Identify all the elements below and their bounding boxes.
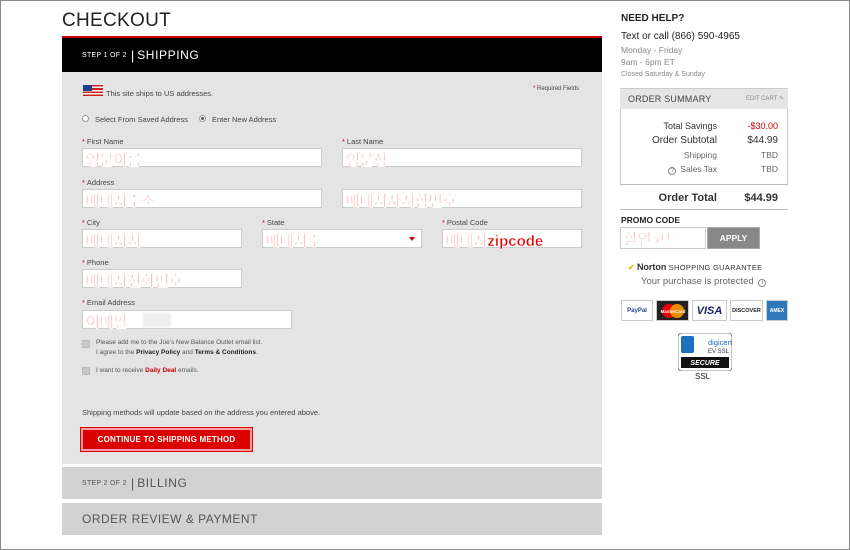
first-name-field[interactable]: 영문이름 — [82, 148, 322, 169]
postal-label: * Postal Code — [442, 218, 488, 227]
first-name-label: * First Name — [82, 137, 124, 146]
paypal-card-icon: PayPal — [621, 300, 653, 321]
promo-code-input[interactable]: 할인코드 — [620, 227, 706, 249]
shipping-form: This site ships to US addresses. * Requi… — [62, 72, 602, 464]
step1-step-label: STEP 1 OF 2 — [82, 51, 127, 59]
visa-card-icon: VISA — [692, 300, 727, 321]
svg-text:SECURE: SECURE — [690, 360, 720, 367]
step3-header[interactable]: ORDER REVIEW & PAYMENT — [62, 503, 602, 535]
email-field[interactable]: 이메일 — [82, 310, 292, 331]
phone-label: * Phone — [82, 258, 109, 267]
norton-sub: Your purchase is protected i — [641, 276, 770, 287]
sales-tax-value: TBD — [761, 164, 778, 174]
state-label: * State — [262, 218, 285, 227]
subtotal-label: Order Subtotal — [651, 135, 717, 146]
svg-text:digicert: digicert — [708, 338, 732, 347]
radio-new-address[interactable] — [199, 115, 206, 122]
svg-text:MasterCard: MasterCard — [660, 309, 685, 314]
help-hours: 9am - 6pm ET — [621, 57, 675, 67]
step2-step-label: STEP 2 OF 2 — [82, 479, 127, 487]
ssl-label: SSL — [695, 372, 711, 381]
radio-saved-label[interactable]: Select From Saved Address — [95, 115, 188, 124]
state-value: 배대지주 — [266, 233, 322, 250]
ships-notice: This site ships to US addresses. — [106, 89, 214, 98]
sales-tax-label: ? Sales Tax — [640, 164, 717, 175]
last-name-label: * Last Name — [342, 137, 384, 146]
daily-deal-text: I want to receive Daily Deal emails. — [96, 367, 199, 374]
order-total-value: $44.99 — [744, 192, 778, 204]
help-closed: Closed Saturday & Sunday — [621, 71, 706, 78]
email-list-text: Please add me to the Joe's New Balance O… — [96, 339, 263, 356]
amex-card-icon: AMEX — [766, 300, 788, 321]
postal-value: 배대지zipcode — [446, 233, 544, 250]
daily-deal-checkbox[interactable] — [82, 367, 90, 375]
step1-header: STEP 1 OF 2 | SHIPPING — [62, 36, 602, 72]
required-note: * Required Fields — [533, 86, 580, 92]
first-name-value: 영문이름 — [86, 152, 142, 169]
digicert-ssl-badge: digicert EV SSL SECURE — [677, 332, 733, 372]
state-select[interactable]: 배대지주 — [262, 229, 422, 250]
step2-header[interactable]: STEP 2 OF 2 | BILLING — [62, 467, 602, 499]
terms-link[interactable]: Terms & Conditions — [195, 349, 256, 356]
help-title: NEED HELP? — [621, 13, 685, 24]
promo-code-value: 할인코드 — [624, 231, 680, 248]
svg-text:EV SSL: EV SSL — [708, 349, 730, 355]
last-name-field[interactable]: 영문성 — [342, 148, 582, 169]
phone-value: 배대지전화번호 — [86, 273, 183, 290]
address-field[interactable]: 배대지주소 — [82, 189, 322, 210]
order-summary-header: ORDER SUMMARY EDIT CART ✎ — [620, 89, 788, 109]
radio-new-label[interactable]: Enter New Address — [212, 115, 276, 124]
shipping-label: Shipping — [683, 150, 717, 160]
chevron-down-icon — [409, 237, 415, 241]
order-total-label: Order Total — [658, 192, 717, 204]
privacy-policy-link[interactable]: Privacy Policy — [136, 349, 180, 356]
subtotal-value: $44.99 — [747, 135, 778, 146]
blurred-email — [143, 313, 171, 327]
city-value: 배대지시 — [86, 233, 142, 250]
mastercard-card-icon: MasterCard — [656, 300, 689, 321]
step1-name: SHIPPING — [137, 48, 200, 62]
radio-saved-address[interactable] — [82, 115, 89, 122]
address-label: * Address — [82, 178, 115, 187]
norton-check-icon: ✔ — [628, 263, 635, 272]
discover-card-icon: DISCOVER — [730, 300, 763, 321]
email-value: 이메일 — [86, 314, 128, 331]
info-icon[interactable]: ? — [668, 167, 677, 175]
address-value: 배대지주소 — [86, 193, 156, 210]
postal-field[interactable]: 배대지zipcode — [442, 229, 582, 250]
pencil-icon: ✎ — [778, 96, 784, 102]
address2-value: 배대지사서함번호 — [346, 193, 457, 210]
step2-separator: | — [130, 475, 135, 491]
apply-button[interactable]: APPLY — [707, 227, 760, 249]
help-phone: Text or call (866) 590-4965 — [621, 31, 740, 42]
phone-field[interactable]: 배대지전화번호 — [82, 269, 242, 290]
total-savings-label: Total Savings — [663, 121, 717, 131]
city-label: * City — [82, 218, 100, 227]
promo-title: PROMO CODE — [621, 215, 681, 225]
step3-name: ORDER REVIEW & PAYMENT — [82, 512, 258, 526]
continue-to-shipping-method-button[interactable]: CONTINUE TO SHIPPING METHOD — [80, 427, 253, 452]
step2-name: BILLING — [137, 476, 188, 490]
last-name-value: 영문성 — [346, 152, 388, 169]
us-flag-icon — [83, 85, 103, 96]
order-summary-title: ORDER SUMMARY — [628, 94, 712, 104]
help-days: Monday - Friday — [621, 45, 683, 55]
address2-field[interactable]: 배대지사서함번호 — [342, 189, 582, 210]
city-field[interactable]: 배대지시 — [82, 229, 242, 250]
norton-guarantee: ✔ Norton SHOPPING GUARANTEE — [628, 262, 763, 272]
page-title: CHECKOUT — [62, 10, 172, 31]
shipping-value: TBD — [761, 150, 778, 160]
email-list-checkbox[interactable] — [82, 340, 90, 348]
update-note: Shipping methods will update based on th… — [82, 408, 321, 417]
email-label: * Email Address — [82, 298, 135, 307]
edit-cart-link[interactable]: EDIT CART ✎ — [746, 95, 784, 102]
step1-separator: | — [130, 47, 135, 63]
total-savings-value: -$30.00 — [747, 121, 778, 131]
info-icon[interactable]: i — [758, 279, 767, 287]
